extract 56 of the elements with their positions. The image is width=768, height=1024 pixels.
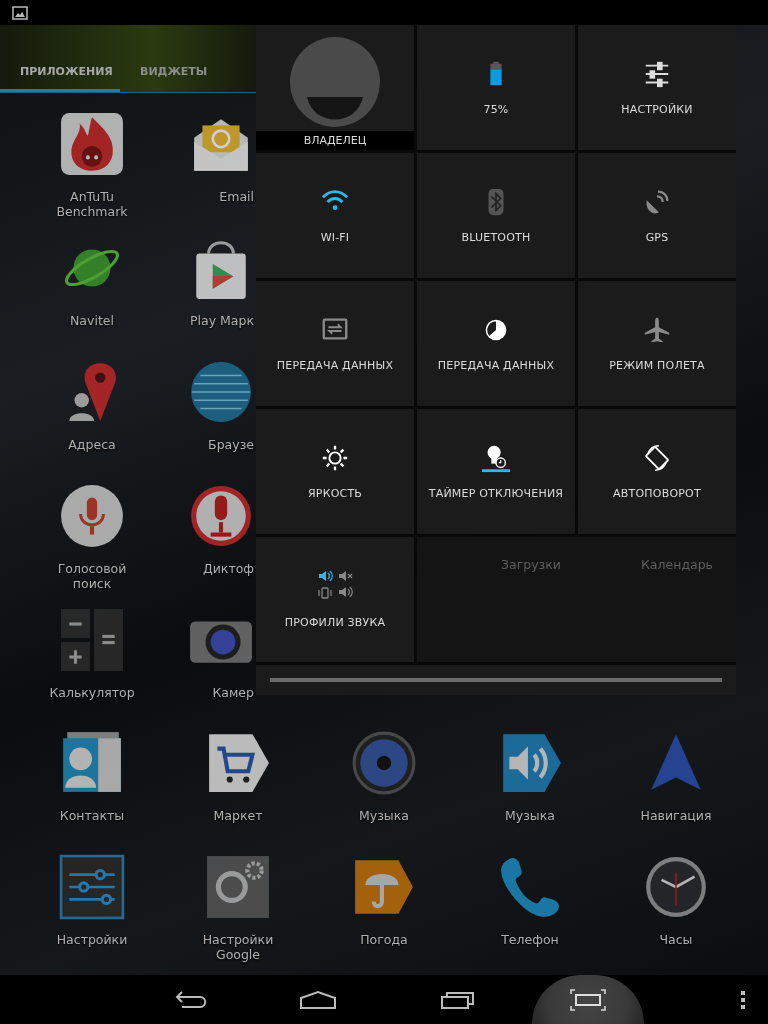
app-shortcut[interactable]: Калькулятор xyxy=(19,597,165,721)
app-shortcut[interactable]: Email xyxy=(165,101,256,225)
app-shortcut[interactable]: Музыка xyxy=(311,720,457,844)
app-shortcut[interactable]: Настройки Google xyxy=(165,844,311,968)
drawer-tab[interactable]: ВИДЖЕТЫ xyxy=(120,25,228,92)
globe-icon xyxy=(188,359,254,425)
sliders-icon xyxy=(59,854,125,920)
data-usage-tile[interactable]: ПЕРЕДАЧА ДАННЫХ xyxy=(417,281,575,406)
gps-toggle[interactable]: GPS xyxy=(578,153,736,278)
settings-tile[interactable]: НАСТРОЙКИ xyxy=(578,25,736,150)
app-shortcut[interactable]: AnTuTu Benchmark xyxy=(19,101,165,225)
app-shortcut[interactable]: Камер xyxy=(165,597,256,721)
recent-apps-icon xyxy=(440,989,476,1010)
owner-tile[interactable]: ВЛАДЕЛЕЦ xyxy=(256,25,414,150)
gallery-notification-icon xyxy=(12,5,28,20)
app-shortcut[interactable]: Navitel xyxy=(19,225,165,349)
app-shortcut[interactable]: Диктоф xyxy=(165,473,256,597)
app-shortcut[interactable]: Настройки xyxy=(19,844,165,968)
mobile-data-toggle[interactable]: ПЕРЕДАЧА ДАННЫХ xyxy=(256,281,414,406)
calculator-icon xyxy=(59,607,125,673)
gear-icon xyxy=(205,854,271,920)
app-label: Календарь xyxy=(640,557,714,574)
app-shortcut[interactable]: Музыка xyxy=(457,720,603,844)
drawer-tab[interactable]: ПРИЛОЖЕНИЯ xyxy=(0,25,120,92)
sleep-timer-tile[interactable]: ТАЙМЕР ОТКЛЮЧЕНИЯ xyxy=(417,409,575,534)
app-shortcut[interactable]: Браузе xyxy=(165,349,256,473)
battery-tile[interactable]: 75% xyxy=(417,25,575,150)
app-shortcut[interactable]: Навигация xyxy=(603,720,749,844)
microphone-icon xyxy=(59,483,125,549)
timer-icon xyxy=(481,443,511,473)
brightness-tile[interactable]: ЯРКОСТЬ xyxy=(256,409,414,534)
wifi-toggle[interactable]: WI-FI xyxy=(256,153,414,278)
sound-profiles-tile[interactable]: ПРОФИЛИ ЗВУКА xyxy=(256,537,414,662)
app-shortcut[interactable]: Голосовой поиск xyxy=(19,473,165,597)
microphone-icon xyxy=(188,483,254,549)
home-icon xyxy=(299,989,337,1010)
auto-rotate-tile[interactable]: АВТОПОВОРОТ xyxy=(578,409,736,534)
app-shortcut[interactable]: Маркет xyxy=(165,720,311,844)
app-shortcut[interactable]: Часы xyxy=(603,844,749,968)
menu-icon xyxy=(740,989,746,1010)
brightness-icon xyxy=(320,443,350,473)
app-shortcut[interactable]: Телефон xyxy=(457,844,603,968)
app-shortcut[interactable]: Play Марк xyxy=(165,225,256,349)
panel-drag-handle[interactable] xyxy=(270,678,722,682)
app-shortcut[interactable]: Адреса xyxy=(19,349,165,473)
app-shortcut[interactable]: Контакты xyxy=(19,720,165,844)
app-label: Загрузки xyxy=(500,557,562,574)
sound-profile-icon xyxy=(317,570,353,602)
flame-app-icon xyxy=(59,111,125,177)
app-shortcut[interactable]: Погода xyxy=(311,844,457,968)
rotate-icon xyxy=(642,443,672,473)
clock-icon xyxy=(643,854,709,920)
speaker-icon xyxy=(351,730,417,796)
bluetooth-toggle[interactable]: BLUETOOTH xyxy=(417,153,575,278)
airplane-mode-toggle[interactable]: РЕЖИМ ПОЛЕТА xyxy=(578,281,736,406)
screenshot-icon xyxy=(570,988,606,1011)
